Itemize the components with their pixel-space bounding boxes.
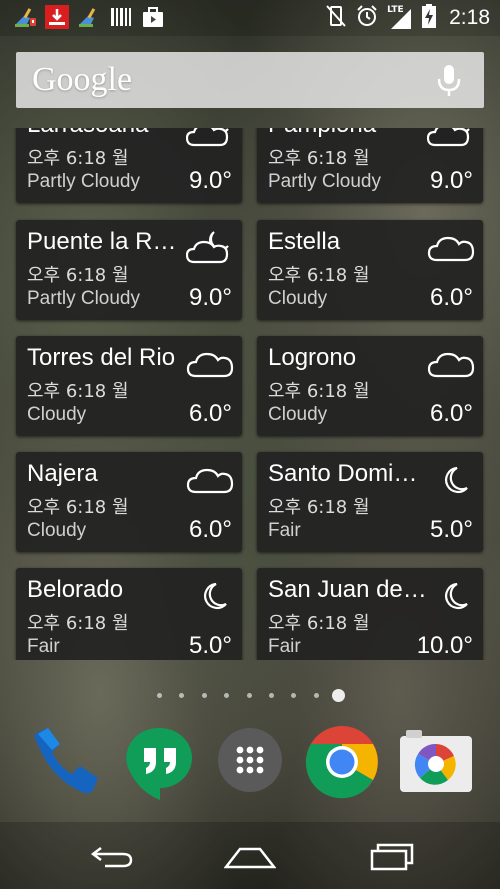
google-logo: Google bbox=[32, 61, 133, 98]
weather-temp: 5.0° bbox=[430, 516, 473, 543]
weather-temp: 6.0° bbox=[189, 516, 232, 543]
weather-card[interactable]: Belorado 오후 6:18 월 Fair 5.0° bbox=[16, 568, 242, 660]
app-drawer-icon[interactable] bbox=[210, 722, 290, 802]
weather-temp: 9.0° bbox=[189, 284, 232, 311]
cleaner-broom-icon bbox=[76, 4, 102, 30]
barcode-icon bbox=[108, 4, 134, 30]
weather-time: 오후 6:18 월 bbox=[27, 613, 129, 634]
weather-city: Torres del Rio bbox=[27, 344, 176, 371]
weather-condition: Partly Cloudy bbox=[27, 288, 140, 309]
page-dot bbox=[269, 693, 274, 698]
recents-button[interactable] bbox=[355, 836, 425, 876]
moon-icon bbox=[186, 578, 234, 612]
navigation-bar bbox=[0, 822, 500, 889]
mic-icon[interactable] bbox=[436, 64, 462, 102]
weather-temp: 6.0° bbox=[430, 400, 473, 427]
weather-city: Santo Domingo bbox=[268, 460, 428, 487]
weather-card[interactable]: Logrono 오후 6:18 월 Cloudy 6.0° bbox=[257, 336, 483, 436]
partly-cloudy-night-icon bbox=[426, 128, 475, 147]
page-dot bbox=[157, 693, 162, 698]
weather-widget[interactable]: Larrasoana오후 6:18 월Partly Cloudy9.0°Pamp… bbox=[0, 128, 500, 660]
page-dot bbox=[332, 689, 346, 702]
cloud-icon bbox=[186, 462, 234, 496]
cloud-icon bbox=[186, 346, 234, 380]
weather-condition: Cloudy bbox=[27, 520, 87, 541]
weather-time: 오후 6:18 월 bbox=[268, 497, 370, 518]
weather-condition: Cloudy bbox=[268, 288, 328, 309]
moon-icon bbox=[427, 462, 475, 496]
weather-time: 오후 6:18 월 bbox=[27, 381, 129, 402]
battery-charging-icon bbox=[421, 3, 437, 33]
cloud-icon bbox=[427, 230, 475, 264]
weather-card[interactable]: Larrasoana 오후 6:18 월Partly Cloudy 9.0° bbox=[16, 128, 242, 203]
weather-city: Pamplona bbox=[268, 128, 428, 139]
cleaner-broom-icon bbox=[12, 4, 38, 30]
hangouts-app-icon[interactable] bbox=[120, 722, 200, 802]
weather-card[interactable]: Pamplona 오후 6:18 월Partly Cloudy 9.0° bbox=[257, 128, 483, 203]
weather-city: San Juan de Ortega bbox=[268, 576, 428, 603]
camera-app-icon[interactable] bbox=[396, 722, 476, 802]
weather-city: Belorado bbox=[27, 576, 124, 603]
weather-card[interactable]: Puente la Reina 오후 6:18 월 Partly Cloudy 9.0… bbox=[16, 220, 242, 320]
weather-temp: 5.0° bbox=[189, 632, 232, 659]
photo-bag-icon bbox=[140, 4, 166, 30]
weather-city: Najera bbox=[27, 460, 98, 487]
weather-card[interactable]: San Juan de Ortega 오후 6:18 월Fair 10.0° bbox=[257, 568, 483, 660]
weather-card[interactable]: Santo Domingo 오후 6:18 월 Fair 5.0° bbox=[257, 452, 483, 552]
weather-temp: 10.0° bbox=[416, 632, 473, 659]
weather-temp: 9.0° bbox=[430, 167, 473, 194]
weather-card[interactable]: Najera 오후 6:18 월 Cloudy 6.0° bbox=[16, 452, 242, 552]
weather-city: Puente la Reina bbox=[27, 228, 187, 255]
weather-condition: Fair bbox=[268, 520, 301, 541]
weather-city: Estella bbox=[268, 228, 341, 255]
home-button[interactable] bbox=[215, 836, 285, 876]
page-indicator bbox=[0, 688, 500, 702]
weather-condition: Partly Cloudy bbox=[27, 171, 140, 192]
weather-card[interactable]: Torres del Rio 오후 6:18 월 Cloudy 6.0° bbox=[16, 336, 242, 436]
page-dot bbox=[224, 693, 230, 698]
page-dot bbox=[246, 693, 252, 698]
weather-time: 오후 6:18 월 bbox=[27, 265, 129, 286]
chrome-app-icon[interactable] bbox=[302, 722, 382, 802]
weather-card[interactable]: Estella 오후 6:18 월 Cloudy 6.0° bbox=[257, 220, 483, 320]
weather-city: Larrasoana bbox=[27, 128, 187, 139]
status-clock: 2:18 bbox=[449, 6, 490, 29]
page-dot bbox=[179, 693, 185, 698]
partly-cloudy-night-icon bbox=[185, 128, 234, 147]
vibrate-off-icon bbox=[325, 4, 347, 32]
weather-city: Logrono bbox=[268, 344, 357, 371]
page-dot bbox=[201, 693, 207, 698]
weather-time: 오후 6:18 월 bbox=[268, 148, 370, 169]
weather-condition: Partly Cloudy bbox=[268, 171, 381, 192]
notification-icons[interactable] bbox=[12, 4, 166, 30]
back-button[interactable] bbox=[76, 836, 146, 876]
lte-signal-icon: LTE bbox=[387, 5, 413, 31]
weather-time: 오후 6:18 월 bbox=[268, 265, 370, 286]
google-search-bar[interactable]: Google bbox=[16, 52, 484, 108]
weather-temp: 6.0° bbox=[189, 400, 232, 427]
weather-condition: Cloudy bbox=[268, 404, 328, 425]
weather-temp: 6.0° bbox=[430, 284, 473, 311]
cloud-icon bbox=[427, 346, 475, 380]
weather-time: 오후 6:18 월 bbox=[268, 613, 370, 634]
weather-condition: Fair bbox=[27, 636, 60, 657]
weather-time: 오후 6:18 월 bbox=[27, 148, 129, 169]
weather-condition: Cloudy bbox=[27, 404, 87, 425]
moon-icon bbox=[427, 578, 475, 612]
weather-condition: Fair bbox=[268, 636, 301, 657]
page-dot bbox=[313, 693, 319, 698]
weather-temp: 9.0° bbox=[189, 167, 232, 194]
alarm-icon bbox=[355, 4, 379, 32]
page-dot bbox=[291, 693, 297, 698]
partly-cloudy-night-icon bbox=[185, 230, 234, 264]
dock bbox=[0, 722, 500, 812]
download-alert-icon bbox=[44, 4, 70, 30]
weather-time: 오후 6:18 월 bbox=[27, 497, 129, 518]
phone-app-icon[interactable] bbox=[22, 722, 102, 802]
status-bar: LTE 2:18 bbox=[0, 0, 500, 36]
weather-time: 오후 6:18 월 bbox=[268, 381, 370, 402]
